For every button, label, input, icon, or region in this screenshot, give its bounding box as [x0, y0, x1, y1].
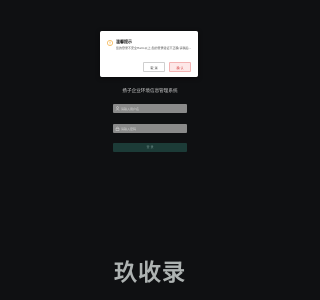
confirm-button[interactable]: 确 认 — [169, 62, 191, 72]
username-field[interactable] — [113, 104, 187, 113]
cancel-button[interactable]: 取 消 — [143, 62, 165, 72]
login-button[interactable]: 登 录 — [113, 143, 187, 152]
lock-icon — [115, 126, 120, 131]
system-title: 扬子企业环境信息管理系统 — [122, 89, 178, 94]
password-field[interactable] — [113, 124, 187, 133]
dialog-title: 温馨提示 — [116, 39, 132, 44]
username-input[interactable] — [121, 104, 185, 113]
watermark-text: 玖收录 — [114, 260, 186, 286]
user-icon — [115, 106, 120, 111]
password-input[interactable] — [121, 124, 185, 133]
dialog-message: 您的登录不安全Hello以上,您的登录验证不正确,请稍后... — [116, 46, 192, 50]
warning-icon — [107, 40, 113, 46]
login-page: 温馨提示 您的登录不安全Hello以上,您的登录验证不正确,请稍后... 取 消… — [0, 0, 300, 300]
